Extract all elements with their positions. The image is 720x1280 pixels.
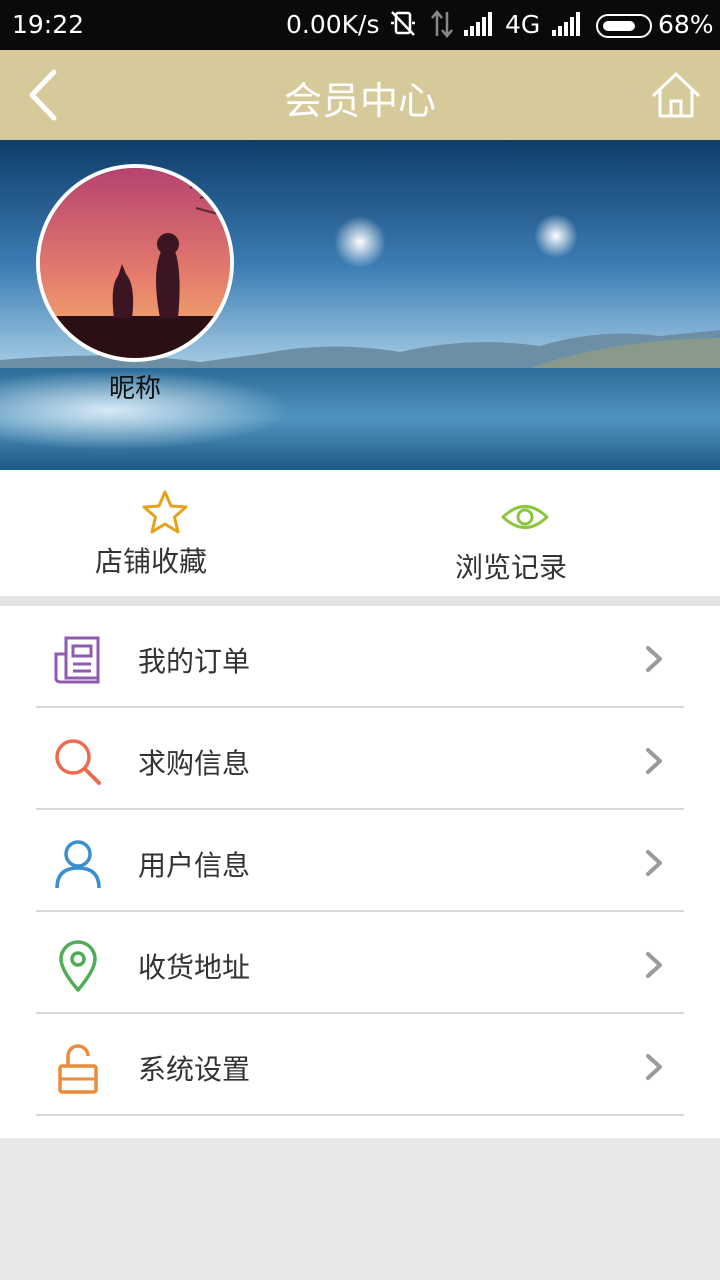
chevron-right-icon [646, 952, 662, 978]
orders-icon [54, 636, 100, 684]
home-icon [651, 72, 701, 118]
profile-banner: 昵称 [0, 140, 720, 470]
eye-icon [501, 505, 549, 529]
row-divider [36, 1114, 684, 1116]
section-divider [0, 596, 720, 606]
battery-icon [596, 14, 652, 38]
menu-item-label: 用户信息 [138, 849, 251, 882]
location-pin-icon [59, 940, 97, 992]
status-battery: 68% [658, 10, 714, 39]
browse-history-label: 浏览记录 [455, 551, 568, 584]
chevron-right-icon [646, 850, 662, 876]
signal-icon [552, 12, 584, 42]
menu-item-label: 求购信息 [138, 747, 251, 780]
menu-item-my-orders[interactable]: 我的订单 [0, 606, 720, 708]
menu-item-shipping-address[interactable]: 收货地址 [0, 912, 720, 1014]
status-bar: 19:22 0.00K/s 4G 68% [0, 0, 720, 50]
chevron-right-icon [646, 646, 662, 672]
member-menu: 我的订单 求购信息 用户信息 收货地址 系统设置 [0, 606, 720, 1138]
menu-item-user-info[interactable]: 用户信息 [0, 810, 720, 912]
signal-icon [464, 12, 496, 42]
search-icon [55, 739, 101, 785]
nickname[interactable]: 昵称 [84, 368, 186, 405]
status-net-speed: 0.00K/s [286, 10, 380, 39]
page-title: 会员中心 [283, 79, 436, 123]
menu-item-label: 我的订单 [138, 645, 251, 678]
avatar-image [40, 168, 230, 358]
home-button[interactable] [648, 68, 704, 124]
chevron-right-icon [646, 1054, 662, 1080]
browse-history-button[interactable]: 浏览记录 [360, 470, 720, 596]
avatar[interactable] [36, 164, 234, 362]
mute-vibrate-icon [388, 8, 418, 44]
shop-favorites-button[interactable]: 店铺收藏 [0, 470, 360, 596]
data-transfer-icon [430, 10, 454, 44]
star-icon [142, 490, 188, 534]
chevron-right-icon [646, 748, 662, 774]
menu-item-label: 收货地址 [138, 951, 251, 984]
menu-item-purchase-requests[interactable]: 求购信息 [0, 708, 720, 810]
status-network: 4G [505, 10, 541, 39]
menu-item-system-settings[interactable]: 系统设置 [0, 1014, 720, 1116]
shop-favorites-label: 店铺收藏 [95, 545, 208, 578]
user-icon [55, 840, 101, 889]
quick-actions: 店铺收藏 浏览记录 [0, 470, 720, 596]
unlock-icon [58, 1044, 98, 1094]
menu-item-label: 系统设置 [138, 1053, 251, 1086]
header-bar: 会员中心 [0, 50, 720, 140]
status-time: 19:22 [12, 10, 85, 39]
